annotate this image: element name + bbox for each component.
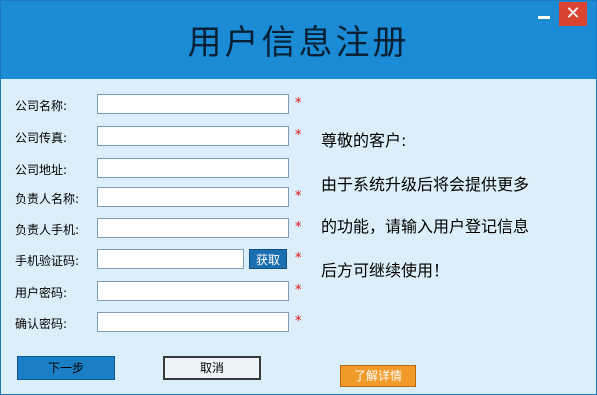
get-code-button[interactable]: 获取 [249,249,287,269]
confirm-password-input[interactable] [97,312,289,332]
notice-line: 由于系统升级后将会提供更多 [321,175,530,194]
next-step-button[interactable]: 下一步 [17,356,115,380]
minimize-button[interactable] [531,2,557,26]
confirm-password-label: 确认密码: [15,317,68,331]
verification-code-label: 手机验证码: [15,254,80,268]
required-marker: * [295,96,302,111]
required-marker: * [295,314,302,329]
notice-line: 的功能，请输入用户登记信息 [321,217,530,236]
required-marker: * [295,251,302,266]
required-marker: * [295,220,302,235]
minimize-icon [538,15,550,19]
notice-line: 后方可继续使用！ [321,261,450,280]
company-fax-label: 公司传真: [15,131,68,145]
company-address-input[interactable] [97,158,289,178]
required-marker: * [295,283,302,298]
required-marker: * [295,189,302,204]
window-title: 用户信息注册 [187,23,410,63]
company-name-input[interactable] [97,94,289,114]
password-input[interactable] [97,281,289,301]
contact-phone-input[interactable] [97,218,289,238]
close-icon: ✕ [565,3,581,24]
cancel-button[interactable]: 取消 [163,356,261,380]
company-fax-input[interactable] [97,126,289,146]
contact-phone-label: 负责人手机: [15,223,80,237]
notice-greeting: 尊敬的客户: [321,131,407,150]
contact-name-label: 负责人名称: [15,192,80,206]
learn-more-button[interactable]: 了解详情 [340,365,416,387]
title-bar[interactable]: 用户信息注册 ✕ [1,1,596,79]
close-button[interactable]: ✕ [559,2,587,26]
password-label: 用户密码: [15,286,68,300]
contact-name-input[interactable] [97,187,289,207]
required-marker: * [295,128,302,143]
company-name-label: 公司名称: [15,99,68,113]
registration-window: 用户信息注册 ✕ 公司名称: * 公司传真: * 公司地址: 负责人名称: * … [0,0,597,395]
company-address-label: 公司地址: [15,163,68,177]
verification-code-input[interactable] [97,249,244,269]
